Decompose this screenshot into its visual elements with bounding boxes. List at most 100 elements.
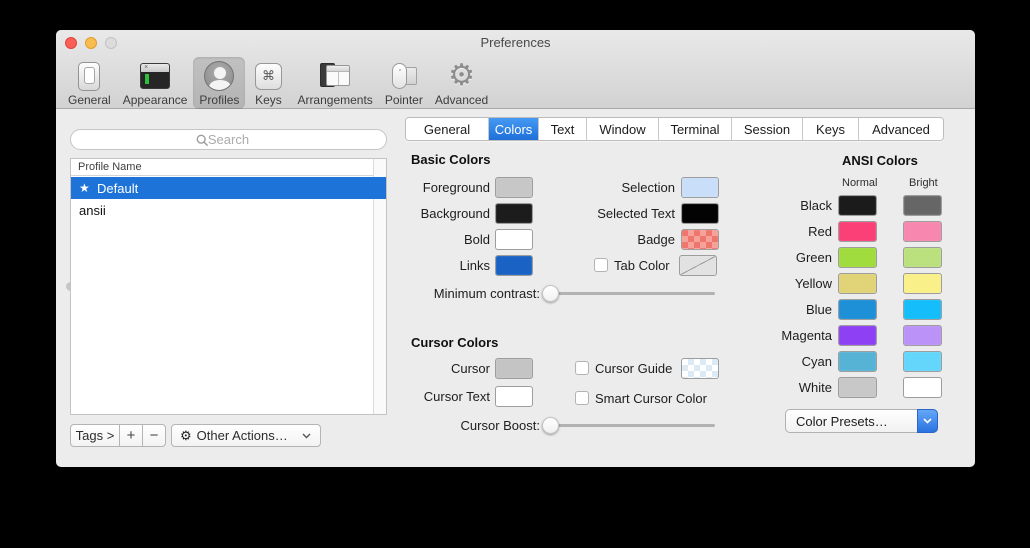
toolbar-item-advanced[interactable]: ⚙ Advanced <box>429 57 494 109</box>
tab-advanced[interactable]: Advanced <box>859 118 943 140</box>
ansi-bright-color-well[interactable] <box>903 195 942 216</box>
badge-row: Badge <box>560 228 719 250</box>
search-field <box>70 129 387 150</box>
tab-color-well[interactable] <box>679 255 717 276</box>
ansi-bright-color-well[interactable] <box>903 247 942 268</box>
bold-color-well[interactable] <box>495 229 533 250</box>
ansi-bright-color-well[interactable] <box>903 351 942 372</box>
slider-knob[interactable] <box>542 417 559 434</box>
tags-button[interactable]: Tags > <box>70 424 120 447</box>
links-color-well[interactable] <box>495 255 533 276</box>
cursor-row: Cursor <box>395 357 533 379</box>
dropdown-chevron-cap <box>917 409 938 433</box>
profile-list-rows: ★ Default ansii <box>71 177 372 414</box>
ansi-normal-color-well[interactable] <box>838 247 877 268</box>
tab-keys[interactable]: Keys <box>803 118 859 140</box>
add-profile-button[interactable]: + <box>119 424 143 447</box>
ansi-label: Green <box>756 250 832 265</box>
cursor-guide-color-well[interactable] <box>681 358 719 379</box>
ansi-row-white: White <box>756 376 942 399</box>
toolbar-item-keys[interactable]: ⌘ Keys <box>245 57 291 109</box>
minimum-contrast-slider[interactable] <box>542 284 715 302</box>
ansi-label: Yellow <box>756 276 832 291</box>
minimum-contrast-label: Minimum contrast: <box>395 286 540 301</box>
minimum-contrast-row: Minimum contrast: <box>395 284 715 302</box>
links-row: Links <box>395 254 533 276</box>
slider-knob[interactable] <box>542 285 559 302</box>
foreground-row: Foreground <box>395 176 533 198</box>
badge-label: Badge <box>560 232 675 247</box>
ansi-normal-color-well[interactable] <box>838 351 877 372</box>
profile-list-header[interactable]: Profile Name <box>71 159 386 176</box>
slider-track[interactable] <box>544 424 715 427</box>
ansi-bright-color-well[interactable] <box>903 377 942 398</box>
toolbar-label: Pointer <box>385 93 423 107</box>
tab-session[interactable]: Session <box>732 118 803 140</box>
toolbar-item-appearance[interactable]: Appearance <box>117 57 194 109</box>
slider-track[interactable] <box>544 292 715 295</box>
window-header: Preferences General Appearance Profiles … <box>56 30 975 109</box>
bold-label: Bold <box>395 232 490 247</box>
tab-general[interactable]: General <box>406 118 489 140</box>
toolbar-label: Arrangements <box>297 93 372 107</box>
toolbar-label: Profiles <box>199 93 239 107</box>
profile-list: Profile Name ★ Default ansii <box>70 158 387 415</box>
selected-text-color-well[interactable] <box>681 203 719 224</box>
color-presets-dropdown[interactable]: Color Presets… <box>785 409 938 433</box>
ansi-normal-color-well[interactable] <box>838 377 877 398</box>
ansi-row-black: Black <box>756 194 942 217</box>
ansi-normal-color-well[interactable] <box>838 299 877 320</box>
ansi-bright-color-well[interactable] <box>903 273 942 294</box>
toolbar-item-general[interactable]: General <box>62 57 117 109</box>
ansi-bright-color-well[interactable] <box>903 299 942 320</box>
toolbar-label: Keys <box>255 93 282 107</box>
profile-row-ansii[interactable]: ansii <box>71 199 372 221</box>
tab-text[interactable]: Text <box>539 118 587 140</box>
cursor-guide-checkbox[interactable] <box>575 361 589 375</box>
ansi-normal-color-well[interactable] <box>838 273 877 294</box>
links-label: Links <box>395 258 490 273</box>
tab-colors[interactable]: Colors <box>489 118 539 140</box>
ansi-colors-heading: ANSI Colors <box>842 153 918 168</box>
ansi-row-green: Green <box>756 246 942 269</box>
badge-color-well[interactable] <box>681 229 719 250</box>
profile-name: ansii <box>79 203 106 218</box>
other-actions-label: Other Actions… <box>197 428 288 443</box>
ansi-bright-color-well[interactable] <box>903 221 942 242</box>
smart-cursor-label: Smart Cursor Color <box>595 391 707 406</box>
toolbar-item-arrangements[interactable]: Arrangements <box>291 57 378 109</box>
selection-color-well[interactable] <box>681 177 719 198</box>
cursor-color-well[interactable] <box>495 358 533 379</box>
cursor-boost-slider[interactable] <box>542 416 715 434</box>
cursor-colors-heading: Cursor Colors <box>411 335 498 350</box>
titlebar[interactable]: Preferences <box>56 30 975 56</box>
cursor-text-color-well[interactable] <box>495 386 533 407</box>
cursor-boost-label: Cursor Boost: <box>395 418 540 433</box>
general-icon <box>72 60 106 92</box>
tab-window[interactable]: Window <box>587 118 659 140</box>
ansi-normal-color-well[interactable] <box>838 221 877 242</box>
tab-terminal[interactable]: Terminal <box>659 118 732 140</box>
foreground-label: Foreground <box>395 180 490 195</box>
toolbar-label: General <box>68 93 111 107</box>
smart-cursor-checkbox[interactable] <box>575 391 589 405</box>
ansi-bright-color-well[interactable] <box>903 325 942 346</box>
ansi-normal-color-well[interactable] <box>838 325 877 346</box>
cursor-text-label: Cursor Text <box>395 389 490 404</box>
foreground-color-well[interactable] <box>495 177 533 198</box>
profile-row-default[interactable]: ★ Default <box>71 177 386 199</box>
ansi-label: White <box>756 380 832 395</box>
ansi-label: Cyan <box>756 354 832 369</box>
toolbar-item-profiles[interactable]: Profiles <box>193 57 245 109</box>
remove-profile-button[interactable]: − <box>142 424 166 447</box>
other-actions-dropdown[interactable]: ⚙ Other Actions… <box>171 424 321 447</box>
tab-color-row: Tab Color <box>594 254 717 276</box>
bold-row: Bold <box>395 228 533 250</box>
ansi-row-blue: Blue <box>756 298 942 321</box>
tab-color-checkbox[interactable] <box>594 258 608 272</box>
background-color-well[interactable] <box>495 203 533 224</box>
toolbar-item-pointer[interactable]: Pointer <box>379 57 429 109</box>
search-input[interactable] <box>71 130 386 149</box>
ansi-row-magenta: Magenta <box>756 324 942 347</box>
ansi-normal-color-well[interactable] <box>838 195 877 216</box>
